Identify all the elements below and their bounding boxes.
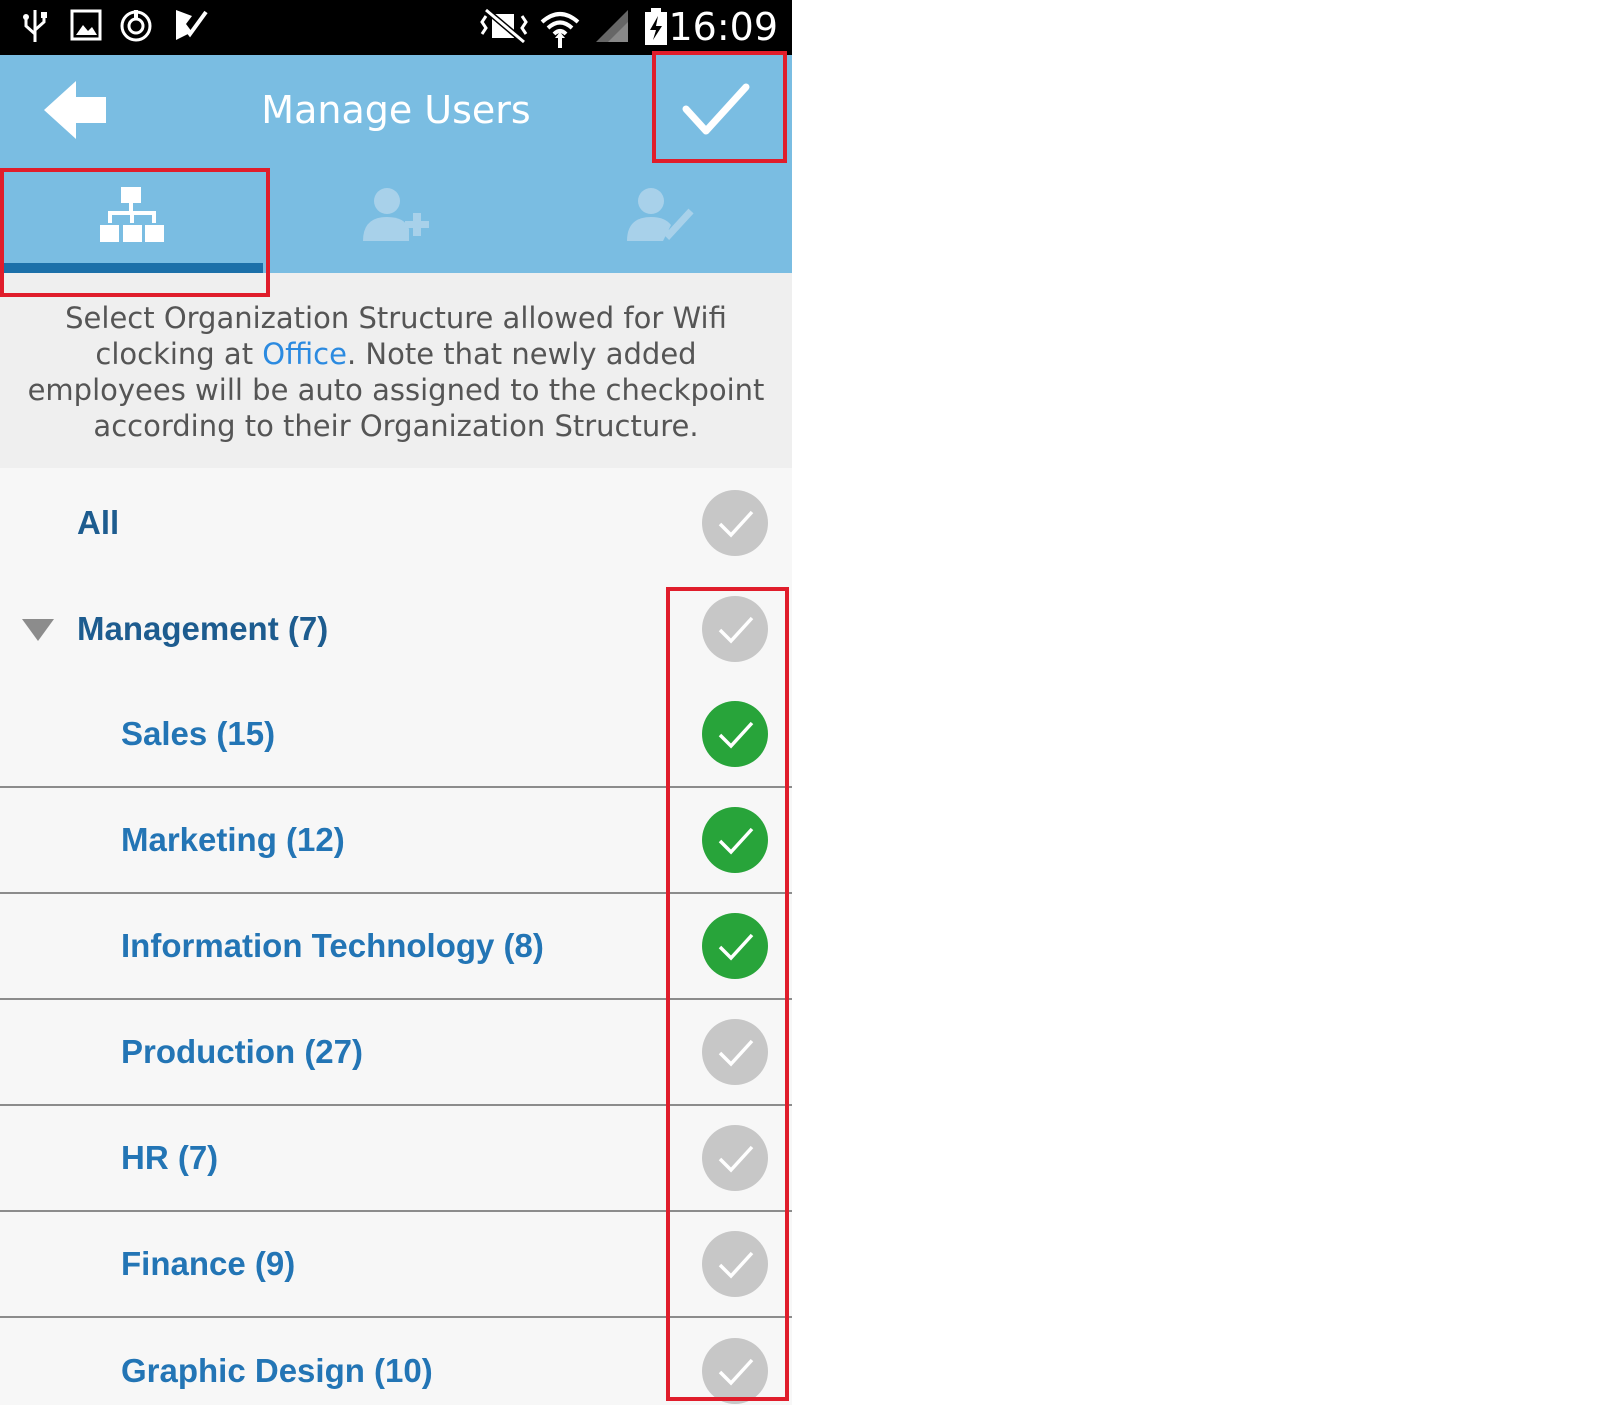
- clock: 16:09: [668, 5, 778, 49]
- list-item-group[interactable]: Management (7): [0, 576, 792, 682]
- expand-triangle-icon[interactable]: [22, 619, 54, 641]
- list-item-label: Marketing (12): [121, 821, 345, 858]
- tab-org-structure[interactable]: [0, 175, 264, 273]
- instructions-panel: Select Organization Structure allowed fo…: [0, 273, 792, 468]
- usb-icon: [23, 10, 47, 42]
- list-item-label: Graphic Design (10): [121, 1352, 433, 1389]
- select-toggle[interactable]: [702, 807, 768, 873]
- checkmark-icon: [718, 1039, 754, 1067]
- app-bar: Manage Users: [0, 55, 792, 273]
- add-user-icon: [363, 188, 429, 241]
- list-item-label: Finance (9): [121, 1245, 296, 1282]
- list-item-label: All: [77, 504, 120, 541]
- list-item[interactable]: Graphic Design (10): [0, 1318, 792, 1405]
- list-item-label: Production (27): [121, 1033, 364, 1070]
- status-bar: 16:09: [0, 0, 792, 55]
- list-item[interactable]: Finance (9): [0, 1212, 792, 1318]
- select-toggle[interactable]: [702, 701, 768, 767]
- active-tab-indicator: [4, 263, 263, 273]
- select-toggle[interactable]: [702, 596, 768, 662]
- sync-icon: [120, 10, 152, 42]
- org-structure-icon: [100, 187, 164, 242]
- checkmark-icon: [718, 1358, 754, 1386]
- list-item[interactable]: HR (7): [0, 1106, 792, 1212]
- list-item[interactable]: Production (27): [0, 1000, 792, 1106]
- select-toggle[interactable]: [702, 490, 768, 556]
- checkmark-icon: [718, 510, 754, 538]
- image-icon: [70, 9, 102, 41]
- instructions-text: Select Organization Structure allowed fo…: [27, 301, 765, 443]
- checkmark-icon: [718, 827, 754, 855]
- select-toggle[interactable]: [702, 1231, 768, 1297]
- signal-icon: [596, 10, 628, 42]
- back-arrow-icon: [44, 81, 106, 139]
- list-item-all[interactable]: All: [0, 470, 792, 576]
- tab-add-user[interactable]: [264, 175, 528, 273]
- phone-screen: 16:09 Manage Users Select Organization S…: [0, 0, 792, 1405]
- task-icon: [176, 10, 208, 40]
- checkmark-icon: [718, 1251, 754, 1279]
- list-item-label: Information Technology (8): [121, 927, 544, 964]
- list-item-label: Management (7): [77, 610, 329, 647]
- wifi-icon: [540, 12, 580, 48]
- checkmark-icon: [718, 721, 754, 749]
- list-item-label: HR (7): [121, 1139, 219, 1176]
- confirm-button[interactable]: [670, 75, 762, 145]
- select-toggle[interactable]: [702, 913, 768, 979]
- select-toggle[interactable]: [702, 1125, 768, 1191]
- select-toggle[interactable]: [702, 1338, 768, 1404]
- checkmark-icon: [682, 83, 750, 135]
- list-item[interactable]: Information Technology (8): [0, 894, 792, 1000]
- list-item-label: Sales (15): [121, 715, 276, 752]
- select-toggle[interactable]: [702, 1019, 768, 1085]
- checkpoint-link[interactable]: Office: [262, 337, 347, 371]
- user-check-icon: [627, 188, 694, 241]
- tab-assigned-users[interactable]: [528, 175, 792, 273]
- checkmark-icon: [718, 933, 754, 961]
- vibrate-icon: [480, 8, 528, 44]
- checkmark-icon: [718, 616, 754, 644]
- back-button[interactable]: [38, 75, 118, 145]
- battery-charging-icon: [645, 8, 667, 45]
- list-item[interactable]: Sales (15): [0, 682, 792, 788]
- checkmark-icon: [718, 1145, 754, 1173]
- list-item[interactable]: Marketing (12): [0, 788, 792, 894]
